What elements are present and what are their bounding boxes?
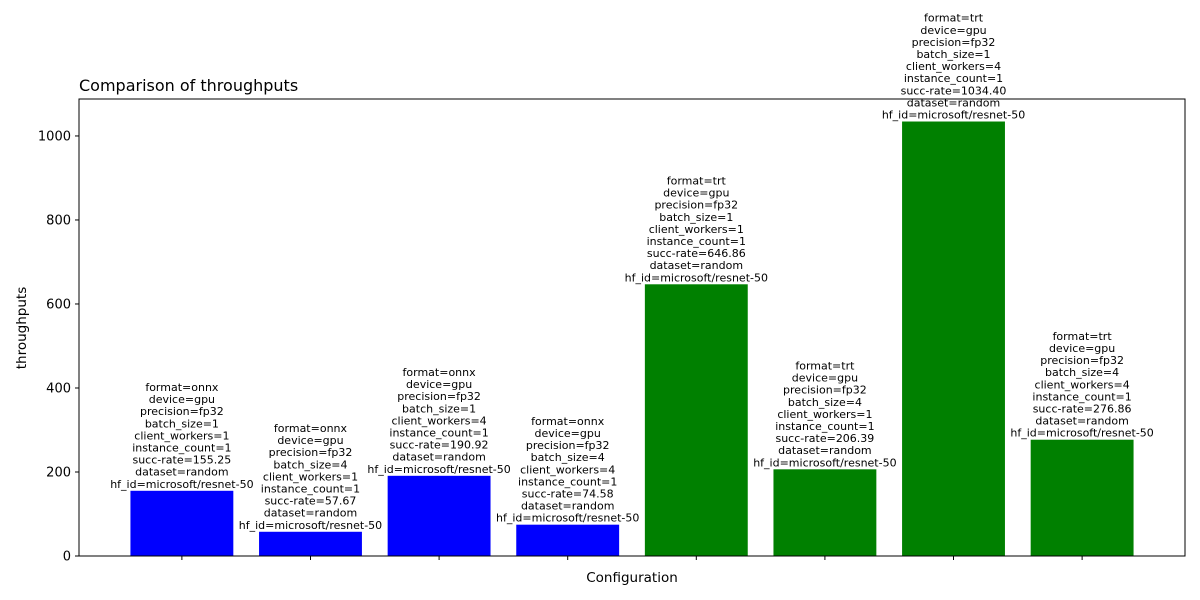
chart-title: Comparison of throughputs [79, 76, 298, 95]
annotation-line: instance_count=1 [647, 235, 746, 248]
annotation-line: format=trt [924, 12, 984, 25]
annotation-line: precision=fp32 [783, 384, 867, 397]
annotation-line: instance_count=1 [132, 441, 231, 454]
bar-trt-5 [644, 284, 748, 556]
annotation-line: succ-rate=155.25 [132, 454, 231, 467]
annotation-line: dataset=random [650, 259, 743, 272]
annotation-line: hf_id=microsoft/resnet-50 [239, 519, 382, 532]
annotation-line: dataset=random [264, 507, 357, 520]
y-tick-label: 200 [46, 465, 71, 480]
annotation-line: format=onnx [531, 415, 605, 428]
annotation-line: format=trt [795, 360, 855, 373]
annotation-line: instance_count=1 [389, 427, 488, 440]
annotation-line: format=trt [1053, 330, 1113, 343]
annotation-line: precision=fp32 [269, 446, 353, 459]
annotation-line: batch_size=4 [273, 458, 347, 471]
annotation-line: instance_count=1 [1032, 390, 1131, 403]
y-tick-label: 1000 [38, 129, 71, 144]
x-axis-label: Configuration [586, 570, 678, 586]
annotation-line: succ-rate=74.58 [522, 487, 614, 500]
annotation-line: client_workers=4 [520, 463, 615, 476]
annotation-line: format=onnx [145, 381, 219, 394]
annotation-line: client_workers=4 [906, 60, 1001, 73]
annotation-line: batch_size=4 [1045, 366, 1119, 379]
annotation-line: client_workers=1 [777, 408, 872, 421]
annotation-line: batch_size=1 [402, 402, 476, 415]
annotation-line: instance_count=1 [775, 420, 874, 433]
annotation-line: succ-rate=646.86 [647, 247, 746, 260]
annotation-line: batch_size=4 [788, 396, 862, 409]
annotation-line: dataset=random [392, 451, 485, 464]
y-tick-label: 400 [46, 381, 71, 396]
annotation-line: format=onnx [403, 366, 477, 379]
annotation-line: succ-rate=57.67 [265, 495, 357, 508]
annotation-line: client_workers=1 [134, 429, 229, 442]
y-tick-label: 600 [46, 297, 71, 312]
annotation-line: dataset=random [521, 500, 614, 513]
annotation-line: precision=fp32 [1040, 354, 1124, 367]
annotation-line: dataset=random [778, 444, 871, 457]
annotation-line: hf_id=microsoft/resnet-50 [496, 512, 639, 525]
annotation-line: dataset=random [1035, 415, 1128, 428]
bar-trt-6 [773, 469, 877, 556]
annotation-line: format=onnx [274, 422, 348, 435]
annotation-line: device=gpu [277, 434, 343, 447]
annotation-line: client_workers=4 [391, 414, 486, 427]
annotation-line: device=gpu [663, 187, 729, 200]
annotation-line: precision=fp32 [912, 36, 996, 49]
annotation-line: batch_size=4 [531, 451, 605, 464]
annotation-line: succ-rate=276.86 [1033, 403, 1132, 416]
bar-chart: format=onnxdevice=gpuprecision=fp32batch… [0, 0, 1200, 600]
annotation-line: precision=fp32 [397, 390, 481, 403]
annotation-line: succ-rate=1034.40 [901, 84, 1007, 97]
y-tick-label: 800 [46, 213, 71, 228]
annotation-line: device=gpu [1049, 342, 1115, 355]
y-tick-label: 0 [63, 550, 71, 565]
bar-onnx-2 [259, 531, 362, 556]
annotation-line: precision=fp32 [140, 405, 224, 418]
bar-trt-8 [1030, 439, 1134, 556]
annotation-line: hf_id=microsoft/resnet-50 [110, 478, 253, 491]
annotation-line: succ-rate=190.92 [390, 439, 489, 452]
annotation-line: device=gpu [792, 372, 858, 385]
y-axis-label: throughputs [14, 287, 30, 370]
annotation-line: batch_size=1 [659, 211, 733, 224]
annotation-line: dataset=random [907, 96, 1000, 109]
annotation-line: hf_id=microsoft/resnet-50 [1010, 427, 1153, 440]
annotation-line: batch_size=1 [916, 48, 990, 61]
bar-onnx-4 [516, 524, 620, 556]
annotation-line: hf_id=microsoft/resnet-50 [882, 109, 1025, 122]
annotation-line: precision=fp32 [526, 439, 610, 452]
annotation-line: instance_count=1 [261, 482, 360, 495]
annotation-line: instance_count=1 [904, 72, 1003, 85]
annotation-line: dataset=random [135, 466, 228, 479]
annotation-line: device=gpu [920, 24, 986, 37]
annotation-line: device=gpu [406, 378, 472, 391]
annotation-line: client_workers=4 [1035, 378, 1130, 391]
annotation-line: hf_id=microsoft/resnet-50 [367, 463, 510, 476]
bar-trt-7 [902, 121, 1005, 556]
annotation-line: client_workers=1 [649, 223, 744, 236]
annotation-line: device=gpu [535, 427, 601, 440]
annotation-line: batch_size=1 [145, 417, 219, 430]
bar-onnx-3 [387, 475, 491, 556]
annotation-line: hf_id=microsoft/resnet-50 [625, 271, 768, 284]
bar-onnx-1 [130, 490, 234, 556]
annotation-line: succ-rate=206.39 [775, 432, 874, 445]
annotation-line: instance_count=1 [518, 475, 617, 488]
annotation-line: precision=fp32 [654, 199, 738, 212]
annotation-line: device=gpu [149, 393, 215, 406]
annotation-line: format=trt [667, 174, 727, 187]
annotation-line: client_workers=1 [263, 470, 358, 483]
annotation-line: hf_id=microsoft/resnet-50 [753, 456, 896, 469]
